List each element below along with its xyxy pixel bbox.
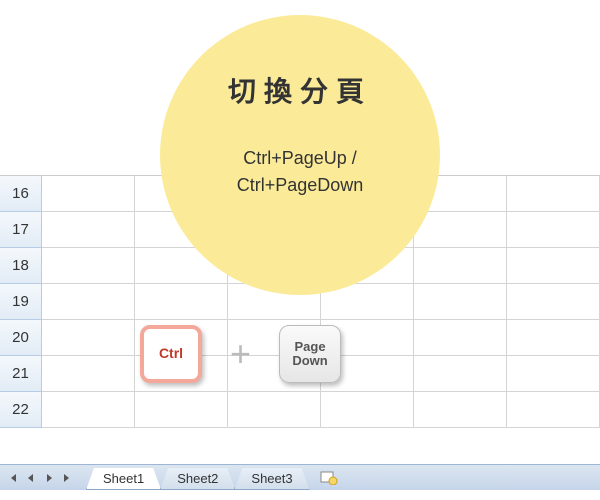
row-header[interactable]: 20	[0, 320, 42, 356]
key-illustration: Ctrl + Page Down	[140, 325, 341, 383]
overlay-shortcut: Ctrl+PageUp / Ctrl+PageDown	[237, 145, 364, 199]
tab-nav-buttons	[0, 468, 80, 488]
row-header[interactable]: 21	[0, 356, 42, 392]
row-header[interactable]: 18	[0, 248, 42, 284]
overlay-title: 切換分頁	[228, 70, 372, 110]
plus-icon: +	[230, 333, 251, 375]
info-overlay: 切換分頁 Ctrl+PageUp / Ctrl+PageDown	[160, 15, 440, 295]
shortcut-line: Ctrl+PageUp /	[237, 145, 364, 172]
new-sheet-icon[interactable]	[317, 469, 341, 487]
row-headers: 16 17 18 19 20 21 22	[0, 176, 42, 465]
nav-first-icon[interactable]	[4, 468, 22, 488]
nav-next-icon[interactable]	[40, 468, 58, 488]
shortcut-line: Ctrl+PageDown	[237, 172, 364, 199]
row-header[interactable]: 22	[0, 392, 42, 428]
pagedown-key-icon: Page Down	[279, 325, 341, 383]
row-header[interactable]: 16	[0, 176, 42, 212]
row-header[interactable]: 17	[0, 212, 42, 248]
sheet-tab[interactable]: Sheet2	[160, 468, 235, 490]
nav-prev-icon[interactable]	[22, 468, 40, 488]
sheet-tab[interactable]: Sheet3	[234, 468, 309, 490]
sheet-tabs: Sheet1 Sheet2 Sheet3	[86, 465, 309, 490]
sheet-tabs-bar: Sheet1 Sheet2 Sheet3	[0, 464, 600, 490]
nav-last-icon[interactable]	[58, 468, 76, 488]
row-header[interactable]: 19	[0, 284, 42, 320]
ctrl-key-icon: Ctrl	[140, 325, 202, 383]
sheet-tab[interactable]: Sheet1	[86, 468, 161, 490]
